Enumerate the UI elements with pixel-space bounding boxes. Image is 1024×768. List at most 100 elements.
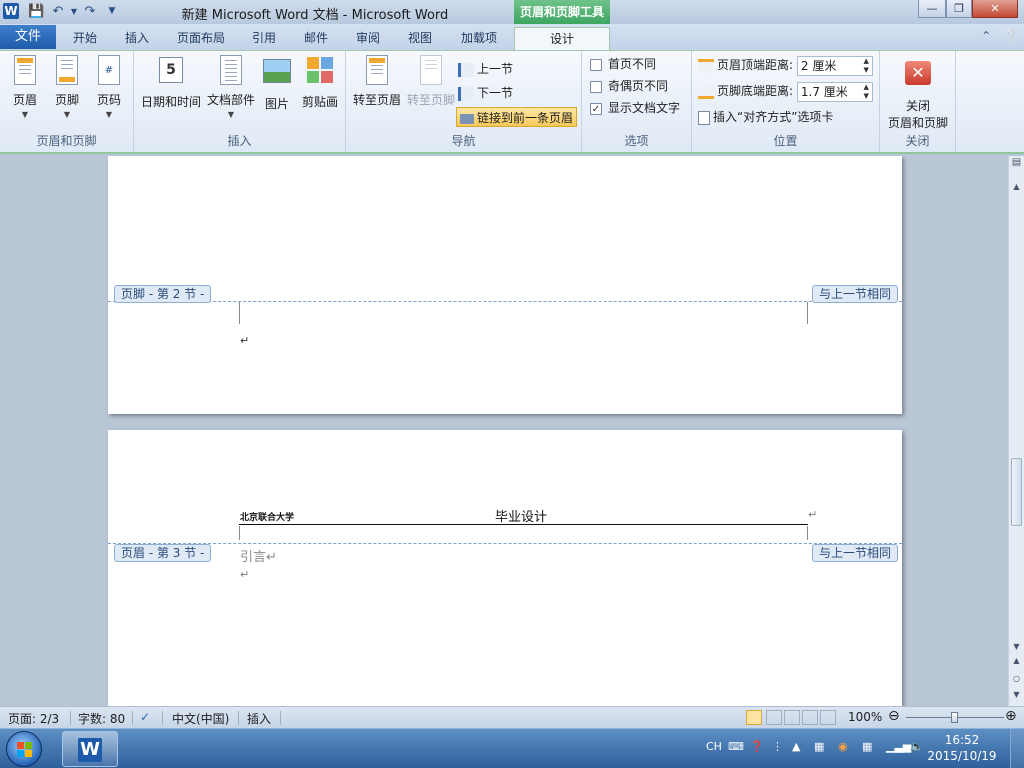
clip-art-label: 剪贴画: [301, 95, 338, 109]
ime-indicator[interactable]: CH: [706, 740, 722, 753]
minimize-ribbon-icon[interactable]: ⌃: [981, 29, 991, 43]
date-time-button[interactable]: 5 日期和时间: [140, 55, 202, 110]
body-empty-paragraph[interactable]: ↵: [240, 568, 249, 581]
minimize-button[interactable]: —: [918, 0, 946, 18]
goto-footer-button[interactable]: 转至页脚: [404, 55, 458, 108]
header-center-text[interactable]: 毕业设计: [495, 506, 547, 525]
restore-button[interactable]: ❐: [946, 0, 972, 18]
insert-alignment-tab-button[interactable]: 插入“对齐方式”选项卡: [698, 107, 833, 127]
different-first-page-checkbox[interactable]: [590, 58, 602, 71]
ime-options-icon[interactable]: ⋮: [772, 740, 783, 753]
different-odd-even-option[interactable]: 奇偶页不同: [590, 77, 668, 95]
signal-bars-icon[interactable]: ▁▃▅: [886, 740, 911, 753]
clock-time: 16:52: [944, 733, 980, 747]
tab-references[interactable]: 引用: [242, 27, 286, 50]
header-button[interactable]: 页眉 ▼: [2, 55, 48, 119]
tab-insert[interactable]: 插入: [114, 27, 160, 50]
header-paragraph-mark: ↵: [808, 508, 818, 521]
show-hidden-icons-icon[interactable]: ▲: [792, 740, 800, 753]
clock-date: 2015/10/19: [927, 749, 997, 763]
scroll-down-icon[interactable]: ▼: [1009, 640, 1024, 654]
start-button[interactable]: [6, 731, 42, 767]
web-layout-view-icon[interactable]: [784, 710, 800, 725]
network-tray-icon[interactable]: ▦: [814, 740, 824, 753]
previous-page-icon[interactable]: ▲: [1009, 654, 1024, 668]
prev-section-label: 上一节: [477, 62, 514, 76]
tab-file[interactable]: 文件: [0, 25, 56, 49]
header-section-tag: 页眉 - 第 3 节 -: [114, 544, 212, 562]
tab-view[interactable]: 视图: [398, 27, 442, 50]
page-3[interactable]: 北京联合大学 毕业设计 ↵ 页眉 - 第 3 节 - 与上一节相同 引言↵ ↵: [108, 430, 902, 706]
language-indicator[interactable]: 中文(中国): [172, 710, 229, 727]
tab-mailings[interactable]: 邮件: [294, 27, 338, 50]
body-text-intro[interactable]: 引言↵: [240, 546, 277, 565]
ribbon: 页眉 ▼ 页脚 ▼ # 页码 ▼ 页眉和页脚 5 日期和时间 文档部件 ▼ 图片…: [0, 50, 1024, 154]
group-label: 关闭: [905, 134, 930, 148]
scroll-up-icon[interactable]: ▲: [1009, 180, 1024, 194]
header-left-text[interactable]: 北京联合大学: [240, 510, 294, 523]
insert-mode-indicator[interactable]: 插入: [247, 710, 271, 727]
draft-view-icon[interactable]: [820, 710, 836, 725]
next-section-button[interactable]: 下一节: [458, 83, 513, 103]
zoom-level[interactable]: 100%: [848, 710, 882, 724]
security-tray-icon[interactable]: ◉: [838, 740, 848, 753]
group-insert: 5 日期和时间 文档部件 ▼ 图片 剪贴画 插入: [134, 51, 346, 152]
page-indicator[interactable]: 页面: 2/3: [8, 710, 59, 727]
tab-review[interactable]: 审阅: [346, 27, 390, 50]
windows-flag-tray-icon[interactable]: ▦: [862, 740, 872, 753]
zoom-slider-thumb[interactable]: [951, 712, 958, 723]
proofing-icon[interactable]: ✓: [140, 710, 150, 724]
footer-from-bottom-spinner[interactable]: 1.7 厘米 ▲ ▼: [796, 81, 873, 102]
system-clock[interactable]: 16:52 2015/10/19: [922, 732, 1002, 764]
group-label: 插入: [227, 134, 252, 148]
tab-home[interactable]: 开始: [62, 27, 108, 50]
scroll-thumb[interactable]: [1011, 458, 1022, 526]
show-document-text-checkbox[interactable]: ✓: [590, 102, 602, 115]
close-button[interactable]: ✕: [972, 0, 1018, 18]
full-screen-reading-view-icon[interactable]: [766, 710, 782, 725]
page-number-button[interactable]: # 页码 ▼: [86, 55, 132, 119]
ruler-toggle-icon[interactable]: ▤: [1009, 156, 1024, 170]
taskbar-word-button[interactable]: W: [62, 731, 118, 767]
footer-paragraph-cursor[interactable]: ↵: [240, 334, 249, 347]
tab-addins[interactable]: 加载项: [452, 27, 506, 50]
link-to-previous-button[interactable]: 链接到前一条页眉: [456, 107, 578, 127]
tab-page-layout[interactable]: 页面布局: [170, 27, 232, 50]
status-divider: [162, 711, 163, 725]
help-tray-icon[interactable]: ❓: [750, 740, 764, 753]
header-from-top-spinner[interactable]: 2 厘米 ▲ ▼: [796, 55, 873, 76]
outline-view-icon[interactable]: [802, 710, 818, 725]
show-document-text-option[interactable]: ✓ 显示文档文字: [590, 99, 680, 117]
prev-section-button[interactable]: 上一节: [458, 59, 513, 79]
select-browse-object-icon[interactable]: ○: [1009, 672, 1024, 686]
chevron-down-icon: ▼: [21, 110, 29, 119]
print-layout-view-icon[interactable]: [746, 710, 762, 725]
header-label: 页眉: [12, 93, 37, 107]
different-first-page-option[interactable]: 首页不同: [590, 55, 656, 73]
vertical-scrollbar[interactable]: ▤ ▲ ▼ ▲ ○ ▼: [1008, 156, 1024, 706]
page-2[interactable]: 页脚 - 第 2 节 - 与上一节相同 ↵: [108, 156, 902, 414]
status-divider: [132, 711, 133, 725]
footer-from-bottom-value: 1.7 厘米: [800, 84, 848, 99]
tab-design[interactable]: 设计: [514, 27, 610, 50]
footer-section-tag: 页脚 - 第 2 节 -: [114, 285, 212, 303]
footer-position-icon: [698, 84, 714, 99]
show-desktop-button[interactable]: [1010, 729, 1024, 768]
picture-label: 图片: [264, 97, 289, 111]
picture-button[interactable]: 图片: [258, 55, 296, 112]
quick-parts-button[interactable]: 文档部件 ▼: [204, 55, 258, 119]
zoom-out-icon[interactable]: ⊖: [888, 708, 900, 724]
next-page-icon[interactable]: ▼: [1009, 688, 1024, 702]
keyboard-icon[interactable]: ⌨: [728, 740, 744, 753]
word-count[interactable]: 字数: 80: [78, 710, 125, 727]
clip-art-button[interactable]: 剪贴画: [298, 55, 342, 110]
document-area[interactable]: 页脚 - 第 2 节 - 与上一节相同 ↵ 北京联合大学 毕业设计 ↵ 页眉 -…: [0, 156, 1008, 706]
different-odd-even-checkbox[interactable]: [590, 80, 602, 93]
help-icon[interactable]: ❔: [1003, 29, 1018, 43]
close-header-footer-button[interactable]: ✕ 关闭 页眉和页脚: [884, 55, 952, 131]
zoom-in-icon[interactable]: ⊕: [1005, 708, 1017, 724]
goto-header-button[interactable]: 转至页眉: [350, 55, 404, 108]
spin-arrows-icon[interactable]: ▲ ▼: [863, 57, 868, 75]
footer-button[interactable]: 页脚 ▼: [44, 55, 90, 119]
spin-arrows-icon[interactable]: ▲ ▼: [863, 83, 868, 101]
